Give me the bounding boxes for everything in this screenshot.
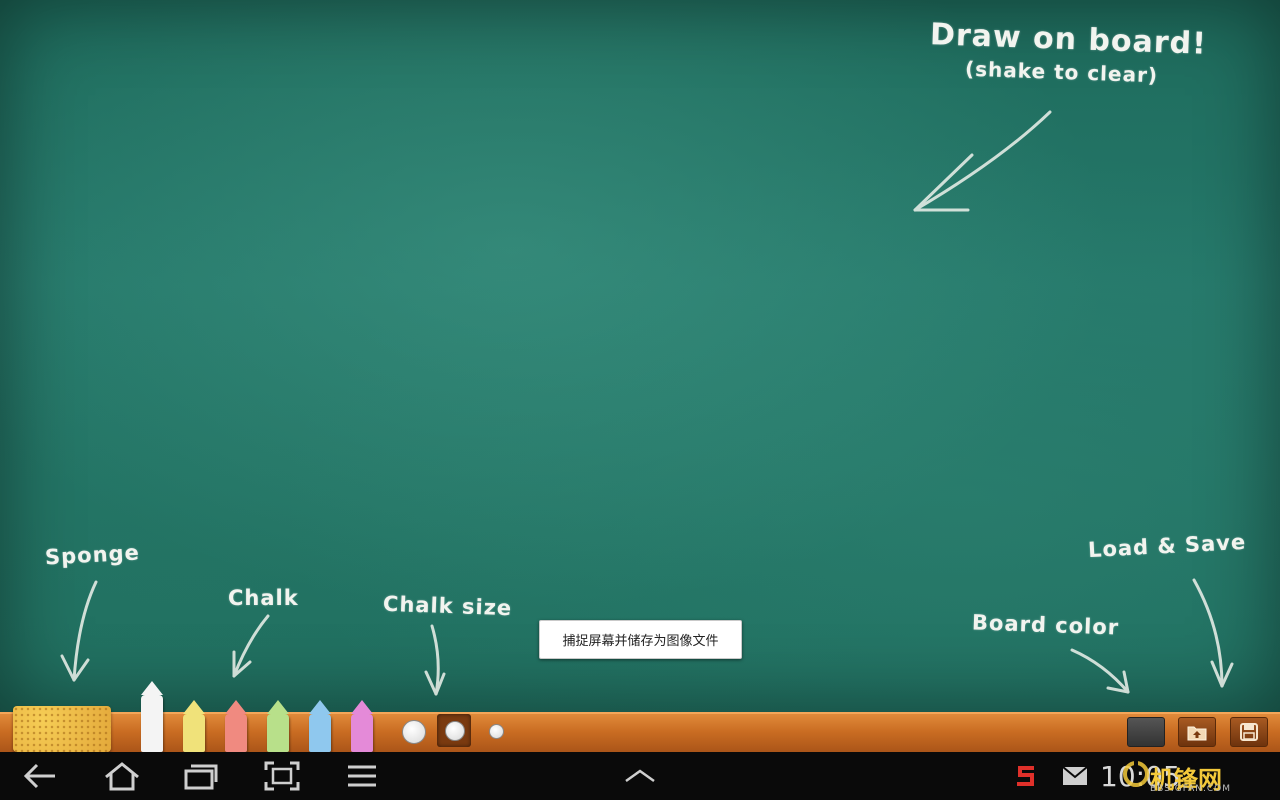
chalk-label: Chalk — [228, 586, 299, 610]
floppy-disk-icon — [1240, 723, 1258, 741]
s-logo-icon — [1017, 766, 1034, 786]
chalk-white[interactable] — [141, 681, 163, 752]
screenshot-button[interactable] — [262, 760, 302, 792]
sponge-eraser[interactable] — [13, 706, 111, 752]
chalk-yellow[interactable] — [183, 700, 205, 752]
chalk-green[interactable] — [267, 700, 289, 752]
mail-notification-icon[interactable] — [1062, 760, 1088, 792]
chalk-pink[interactable] — [351, 700, 373, 752]
home-icon — [105, 762, 139, 791]
back-button[interactable] — [20, 760, 60, 792]
chalk-size-medium-dot — [445, 721, 465, 741]
load-button[interactable] — [1178, 717, 1216, 747]
recent-apps-icon — [184, 764, 218, 790]
sponge-label: Sponge — [44, 540, 141, 570]
board-color-button[interactable] — [1127, 717, 1165, 747]
app-notification-icon[interactable] — [1014, 760, 1038, 792]
quick-panel-button[interactable] — [620, 760, 660, 792]
chalkboard-canvas[interactable] — [0, 0, 1280, 712]
screenshot-icon — [264, 761, 300, 791]
chalk-size-label: Chalk size — [382, 591, 513, 621]
board-color-label: Board color — [971, 610, 1120, 640]
save-button[interactable] — [1230, 717, 1268, 747]
menu-icon — [348, 765, 376, 787]
mail-icon — [1062, 766, 1088, 785]
chalk-blue[interactable] — [309, 700, 331, 752]
watermark-url: BBS.GFAN.COM — [1150, 784, 1231, 794]
home-button[interactable] — [102, 760, 142, 792]
back-arrow-icon — [23, 763, 55, 789]
chalk-red[interactable] — [225, 700, 247, 752]
chalk-size-small[interactable] — [489, 724, 504, 739]
chalk-size-large[interactable] — [402, 720, 426, 744]
toast-text: 捕捉屏幕并储存为图像文件 — [562, 634, 719, 649]
recent-apps-button[interactable] — [180, 760, 220, 792]
menu-button[interactable] — [342, 760, 382, 792]
folder-up-icon — [1187, 726, 1207, 741]
screenshot-toast: 捕捉屏幕并储存为图像文件 — [539, 620, 742, 659]
chevron-up-icon — [625, 769, 655, 783]
